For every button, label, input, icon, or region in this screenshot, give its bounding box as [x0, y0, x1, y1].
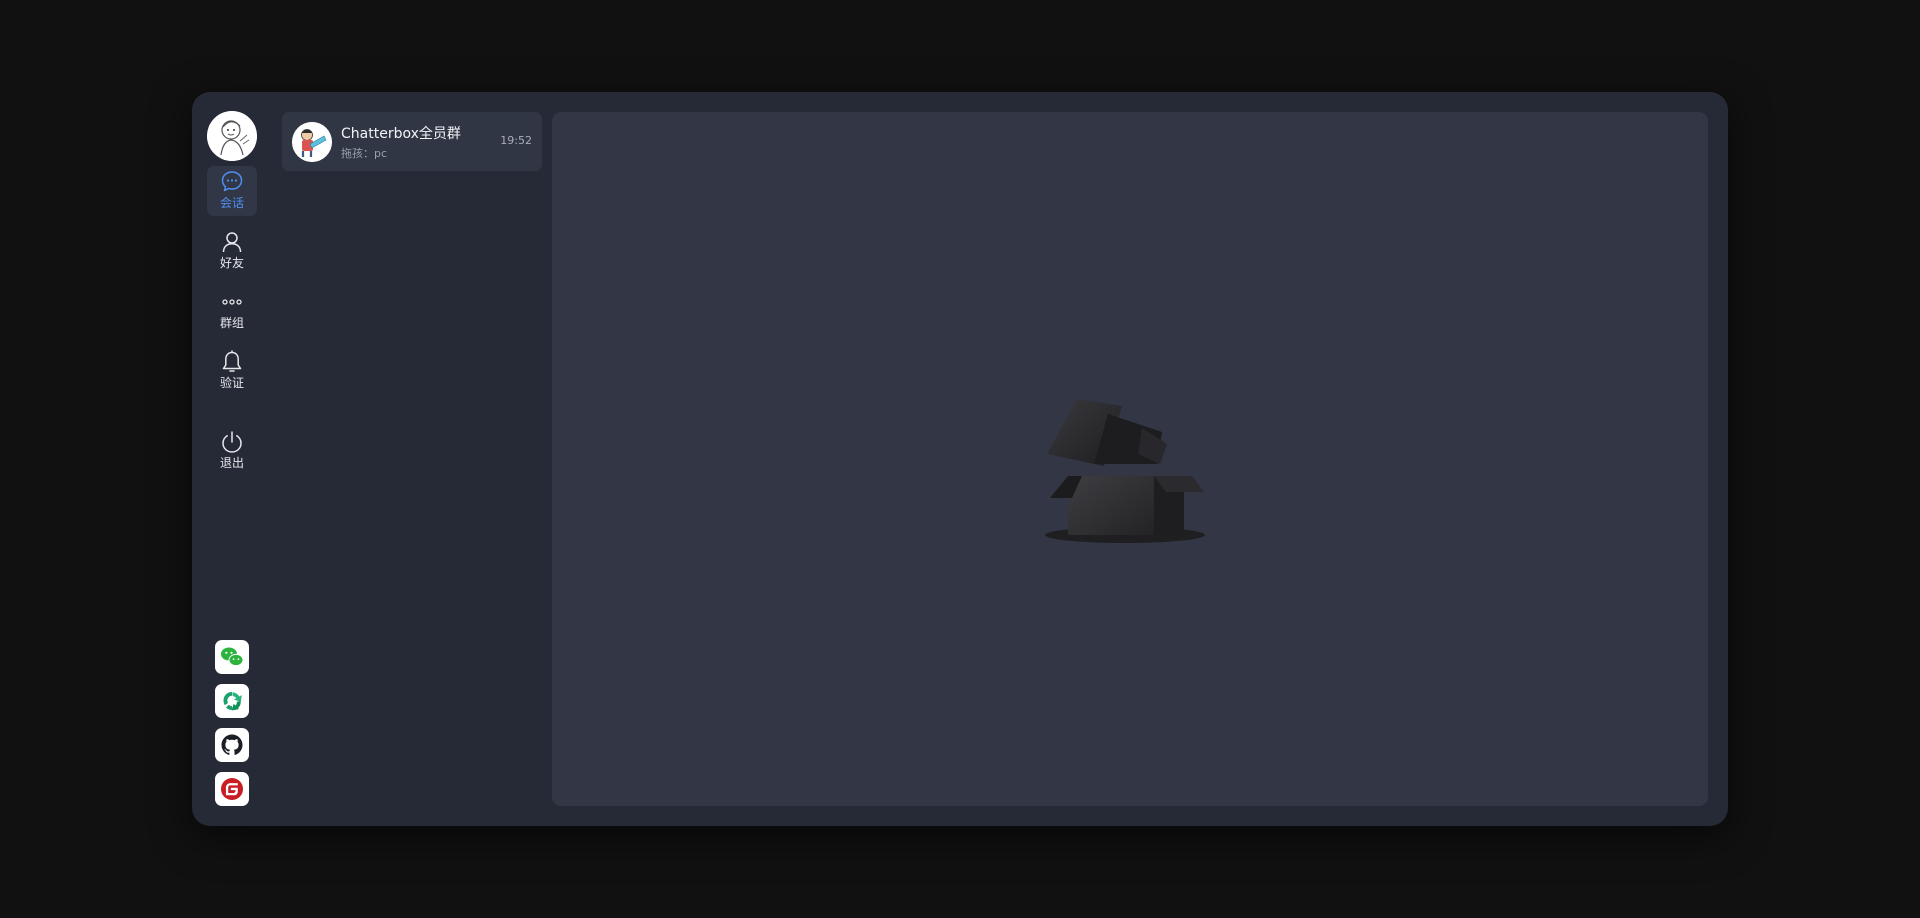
nav-item-friends[interactable]: 好友 [207, 226, 257, 276]
gitee-link[interactable] [215, 772, 249, 806]
conversation-list: Chatterbox全员群 拖孩：pc 19:52 [282, 112, 542, 171]
nav-label-verify: 验证 [219, 376, 244, 390]
github-icon [221, 734, 243, 755]
nav-label-logout: 退出 [219, 456, 244, 470]
nav-item-verify[interactable]: 验证 [207, 346, 257, 396]
gitee-icon [221, 778, 243, 800]
nav-rail: 会话 好友 群组 验证 退出 [192, 92, 272, 826]
bell-icon [222, 350, 242, 372]
conversation-item[interactable]: Chatterbox全员群 拖孩：pc 19:52 [282, 112, 542, 171]
nav-label-chat: 会话 [219, 196, 244, 210]
three-dots-icon [222, 299, 242, 305]
chat-bubble-icon [221, 171, 243, 192]
wechat-link[interactable] [215, 640, 249, 674]
nav-item-groups[interactable]: 群组 [207, 286, 257, 336]
cartoon-avatar-icon [292, 122, 332, 162]
github-link[interactable] [215, 728, 249, 762]
recycle-logo-icon [223, 692, 242, 711]
recycle-link[interactable] [215, 684, 249, 718]
nav-item-chat[interactable]: 会话 [207, 166, 257, 216]
conversation-avatar [292, 122, 332, 162]
nav-label-groups: 群组 [219, 316, 244, 330]
avatar-sketch-icon [207, 111, 257, 161]
power-icon [222, 431, 242, 453]
wechat-icon [221, 647, 244, 667]
nav-item-logout[interactable]: 退出 [207, 426, 257, 476]
chat-panel-empty [552, 112, 1708, 806]
conversation-time: 19:52 [500, 134, 532, 147]
empty-box-icon [1045, 399, 1205, 543]
app-window: 会话 好友 群组 验证 退出 Chatterbox全员群 拖孩：pc 19:52 [192, 92, 1728, 826]
conversation-name: Chatterbox全员群 [341, 126, 461, 142]
nav-label-friends: 好友 [219, 256, 244, 270]
conversation-last-message: 拖孩：pc [341, 147, 388, 160]
person-icon [222, 232, 242, 253]
user-avatar[interactable] [207, 111, 257, 161]
